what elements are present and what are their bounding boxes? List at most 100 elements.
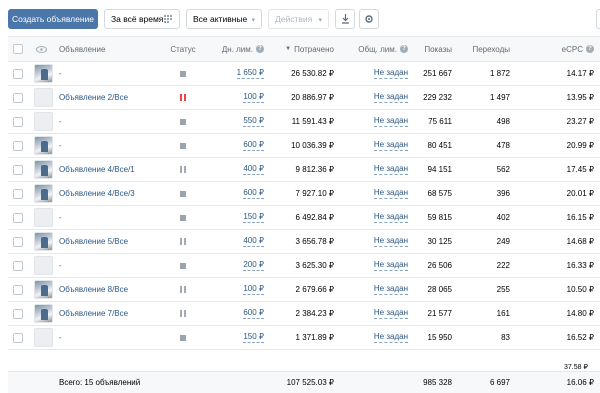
daily-limit-link[interactable]: 550 ₽	[243, 116, 264, 127]
ad-thumbnail[interactable]	[33, 158, 53, 181]
ad-name-link[interactable]: -	[59, 254, 169, 277]
daily-limit-link[interactable]: 200 ₽	[243, 260, 264, 271]
ad-name-link[interactable]: Объявление 4/Все/1	[59, 158, 169, 181]
total-limit-cell[interactable]: Не задан	[340, 158, 408, 181]
status-toggle[interactable]	[168, 134, 198, 157]
daily-limit-link[interactable]: 100 ₽	[243, 284, 264, 295]
ad-thumbnail[interactable]	[33, 254, 53, 277]
status-toggle[interactable]	[168, 326, 198, 349]
ad-name-link[interactable]: -	[59, 134, 169, 157]
status-toggle[interactable]	[168, 62, 198, 85]
ad-thumbnail[interactable]	[33, 134, 53, 157]
status-toggle[interactable]	[168, 278, 198, 301]
ad-thumbnail[interactable]	[33, 326, 53, 349]
row-checkbox[interactable]	[12, 182, 24, 205]
daily-limit-cell[interactable]: 100 ₽	[218, 86, 264, 109]
ad-thumbnail[interactable]	[33, 110, 53, 133]
total-limit-cell[interactable]: Не задан	[340, 206, 408, 229]
ad-name-link[interactable]: -	[59, 62, 169, 85]
ad-name-link[interactable]: Объявление 2/Все	[59, 86, 169, 109]
col-total-limit[interactable]: Общ. лим.?	[340, 37, 408, 61]
daily-limit-cell[interactable]: 1 650 ₽	[218, 62, 264, 85]
eye-icon[interactable]	[34, 37, 48, 61]
status-toggle[interactable]	[168, 182, 198, 205]
daily-limit-cell[interactable]: 600 ₽	[218, 302, 264, 325]
daily-limit-cell[interactable]: 400 ₽	[218, 230, 264, 253]
row-checkbox[interactable]	[12, 158, 24, 181]
row-checkbox[interactable]	[12, 206, 24, 229]
total-limit-cell[interactable]: Не задан	[340, 86, 408, 109]
row-checkbox[interactable]	[12, 326, 24, 349]
row-checkbox[interactable]	[12, 278, 24, 301]
total-limit-cell[interactable]: Не задан	[340, 230, 408, 253]
total-limit-link[interactable]: Не задан	[373, 212, 408, 223]
row-checkbox[interactable]	[12, 254, 24, 277]
ad-thumbnail[interactable]	[33, 302, 53, 325]
total-limit-link[interactable]: Не задан	[373, 92, 408, 103]
row-checkbox[interactable]	[12, 302, 24, 325]
daily-limit-cell[interactable]: 150 ₽	[218, 326, 264, 349]
row-checkbox[interactable]	[12, 230, 24, 253]
period-button[interactable]: За всё время	[104, 9, 180, 29]
total-limit-link[interactable]: Не задан	[373, 68, 408, 79]
daily-limit-cell[interactable]: 150 ₽	[218, 206, 264, 229]
col-status[interactable]: Статус	[168, 37, 198, 61]
total-limit-link[interactable]: Не задан	[373, 116, 408, 127]
daily-limit-link[interactable]: 600 ₽	[243, 188, 264, 199]
ad-name-link[interactable]: -	[59, 110, 169, 133]
total-limit-cell[interactable]: Не задан	[340, 278, 408, 301]
ad-name-link[interactable]: Объявление 4/Все/3	[59, 182, 169, 205]
status-toggle[interactable]	[168, 302, 198, 325]
ad-name-link[interactable]: -	[59, 326, 169, 349]
download-button[interactable]	[335, 9, 355, 29]
total-limit-cell[interactable]: Не задан	[340, 134, 408, 157]
total-limit-link[interactable]: Не задан	[373, 332, 408, 343]
ad-name-link[interactable]: -	[59, 206, 169, 229]
row-checkbox[interactable]	[12, 134, 24, 157]
col-views[interactable]: Показы	[408, 37, 452, 61]
daily-limit-cell[interactable]: 200 ₽	[218, 254, 264, 277]
ad-name-link[interactable]: Объявление 5/Все	[59, 230, 169, 253]
ad-name-link[interactable]: Объявление 7/Все	[59, 302, 169, 325]
col-clicks[interactable]: Переходы	[454, 37, 510, 61]
row-checkbox[interactable]	[12, 110, 24, 133]
status-toggle[interactable]	[168, 158, 198, 181]
total-limit-link[interactable]: Не задан	[373, 260, 408, 271]
status-toggle[interactable]	[168, 254, 198, 277]
daily-limit-link[interactable]: 400 ₽	[243, 164, 264, 175]
daily-limit-link[interactable]: 150 ₽	[243, 212, 264, 223]
edge-button[interactable]	[596, 9, 600, 29]
total-limit-cell[interactable]: Не задан	[340, 326, 408, 349]
total-limit-cell[interactable]: Не задан	[340, 302, 408, 325]
create-ad-button[interactable]: Создать объявление	[8, 9, 98, 29]
ad-name-link[interactable]: Объявление 8/Все	[59, 278, 169, 301]
daily-limit-link[interactable]: 600 ₽	[243, 308, 264, 319]
daily-limit-link[interactable]: 400 ₽	[243, 236, 264, 247]
daily-limit-link[interactable]: 150 ₽	[243, 332, 264, 343]
total-limit-cell[interactable]: Не задан	[340, 62, 408, 85]
col-ecpc[interactable]: eCPC?	[528, 37, 594, 61]
total-limit-link[interactable]: Не задан	[373, 140, 408, 151]
ad-thumbnail[interactable]	[33, 86, 53, 109]
ad-thumbnail[interactable]	[33, 206, 53, 229]
col-ad[interactable]: Объявление	[59, 37, 169, 61]
daily-limit-cell[interactable]: 600 ₽	[218, 134, 264, 157]
col-spent[interactable]: ▼ Потрачено	[270, 37, 334, 61]
total-limit-cell[interactable]: Не задан	[340, 110, 408, 133]
help-icon[interactable]: ?	[256, 45, 264, 53]
daily-limit-cell[interactable]: 100 ₽	[218, 278, 264, 301]
help-icon[interactable]: ?	[586, 45, 594, 53]
ad-thumbnail[interactable]	[33, 182, 53, 205]
total-limit-link[interactable]: Не задан	[373, 284, 408, 295]
row-checkbox[interactable]	[12, 62, 24, 85]
status-toggle[interactable]	[168, 110, 198, 133]
total-limit-cell[interactable]: Не задан	[340, 254, 408, 277]
daily-limit-cell[interactable]: 400 ₽	[218, 158, 264, 181]
actions-dropdown[interactable]: Действия ▾	[268, 9, 329, 29]
daily-limit-link[interactable]: 100 ₽	[243, 92, 264, 103]
status-toggle[interactable]	[168, 206, 198, 229]
help-icon[interactable]: ?	[400, 45, 408, 53]
status-toggle[interactable]	[168, 86, 198, 109]
daily-limit-link[interactable]: 600 ₽	[243, 140, 264, 151]
settings-button[interactable]	[359, 9, 379, 29]
